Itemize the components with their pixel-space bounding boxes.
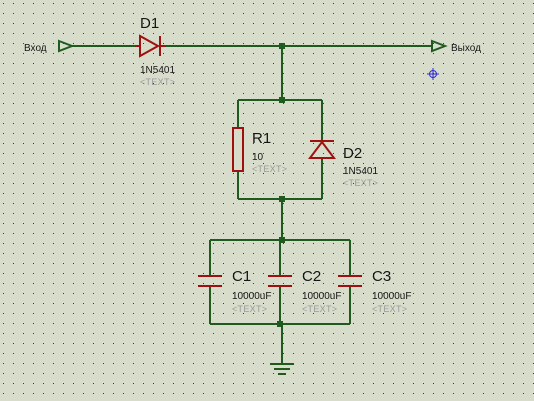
diode-d2-value: 1N5401 (343, 166, 378, 177)
capacitor-c2-ref: C2 (302, 268, 321, 285)
capacitor-c2-text: <TEXT> (302, 304, 337, 314)
diode-d1-text: <TEXT> (140, 77, 175, 87)
diode-d1-value: 1N5401 (140, 65, 175, 76)
capacitor-c3-text: <TEXT> (372, 304, 407, 314)
resistor-r1-ref: R1 (252, 130, 271, 147)
capacitor-c1-text: <TEXT> (232, 304, 267, 314)
diode-d2-text: <TEXT> (343, 178, 378, 188)
junction-dot (279, 196, 285, 202)
diode-d1-ref: D1 (140, 15, 159, 32)
junction-dot (279, 237, 285, 243)
schematic-canvas[interactable]: Вход Выход D1 1N5401 <TEXT> R1 10 <TEXT>… (0, 0, 534, 401)
grid-background (0, 0, 534, 401)
input-terminal-label: Вход (24, 43, 47, 54)
resistor-r1-value: 10 (252, 152, 264, 163)
junction-dot (277, 321, 283, 327)
capacitor-c3-value: 10000uF (372, 291, 411, 302)
junction-dot (279, 97, 285, 103)
capacitor-c2-value: 10000uF (302, 291, 341, 302)
capacitor-c1-value: 10000uF (232, 291, 271, 302)
capacitor-c1-ref: C1 (232, 268, 251, 285)
diode-d2-ref: D2 (343, 145, 362, 162)
resistor-r1-text: <TEXT> (252, 164, 287, 174)
output-terminal-label: Выход (451, 43, 481, 54)
junction-dot (279, 43, 285, 49)
capacitor-c3-ref: C3 (372, 268, 391, 285)
